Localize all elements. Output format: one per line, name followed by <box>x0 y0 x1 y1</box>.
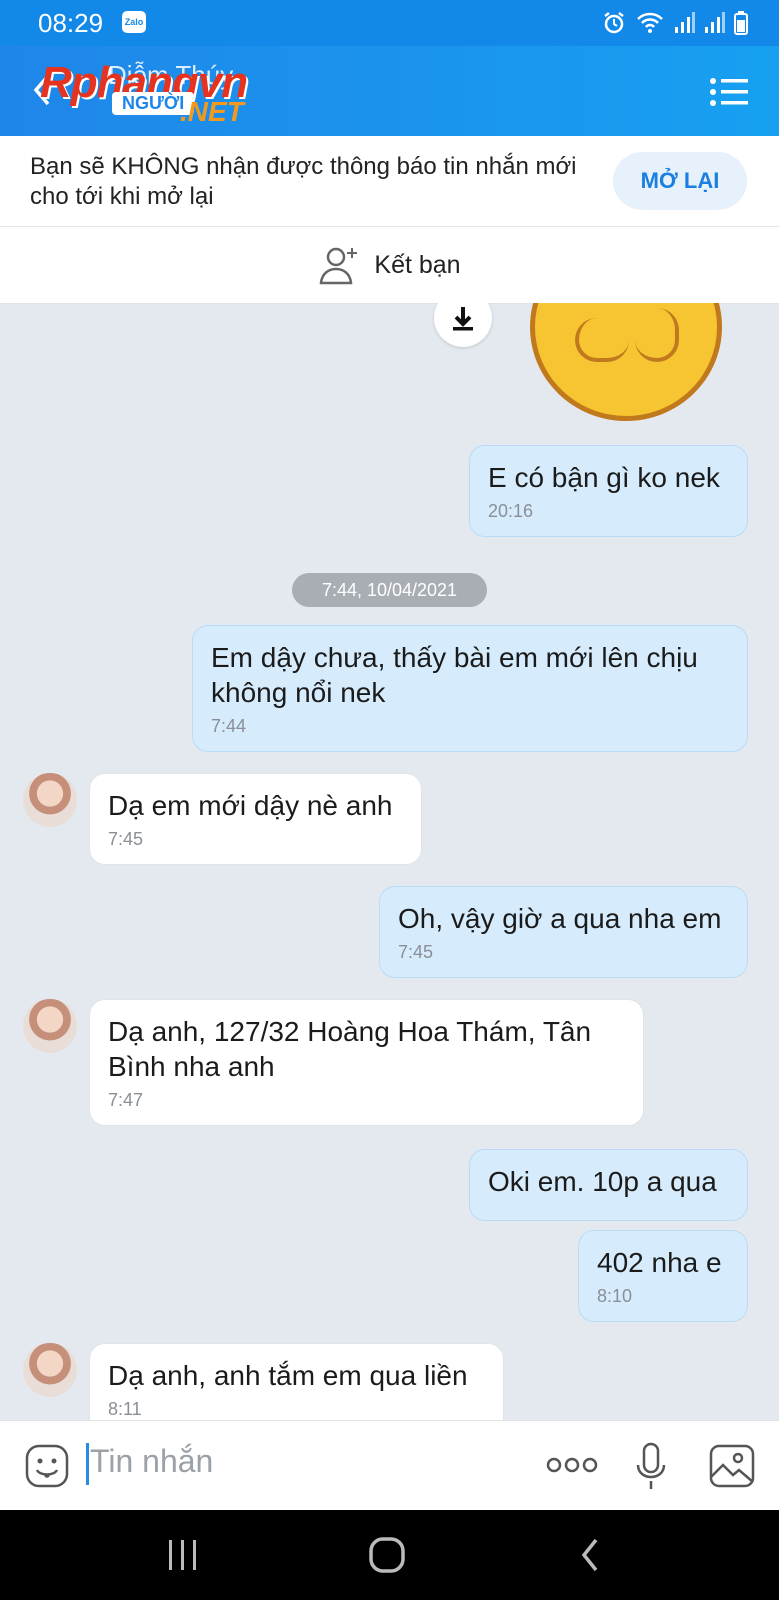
watermark-domain: .NET <box>180 96 244 127</box>
home-icon[interactable] <box>368 1536 406 1574</box>
add-person-icon <box>320 247 358 285</box>
download-button[interactable] <box>434 303 492 347</box>
alarm-icon <box>604 12 624 34</box>
message-time: 7:45 <box>108 829 144 849</box>
contact-avatar[interactable] <box>23 999 77 1053</box>
message-text: 402 nha e <box>597 1247 722 1278</box>
add-friend-label: Kết bạn <box>374 250 461 279</box>
date-separator: 7:44, 10/04/2021 <box>292 573 487 607</box>
message-text: Oki em. 10p a qua <box>488 1166 717 1197</box>
message-time: 7:47 <box>108 1090 144 1110</box>
chat-area[interactable]: E có bận gì ko nek 20:16 7:44, 10/04/202… <box>0 303 779 1420</box>
message-time: 8:10 <box>597 1286 633 1306</box>
sticker-emoji[interactable] <box>530 303 722 421</box>
message-text: Dạ anh, 127/32 Hoàng Hoa Thám, Tân Bình … <box>108 1016 592 1082</box>
message-bubble-received[interactable]: Dạ em mới dậy nè anh 7:45 <box>89 773 422 865</box>
add-friend-bar[interactable]: Kết bạn <box>0 227 779 304</box>
message-time: 7:44 <box>211 716 247 736</box>
message-bubble-sent[interactable]: Em dậy chưa, thấy bài em mới lên chịu kh… <box>192 625 748 752</box>
text-caret <box>86 1443 89 1485</box>
message-text: Oh, vậy giờ a qua nha em <box>398 903 722 934</box>
message-bubble-sent[interactable]: Oh, vậy giờ a qua nha em 7:45 <box>379 886 748 978</box>
chat-header: Diễm Thúy Rphangvn NGƯỜI .NET <box>0 46 779 136</box>
message-time: 20:16 <box>488 501 534 521</box>
nav-back-icon[interactable] <box>578 1536 602 1574</box>
message-input[interactable]: Tin nhắn <box>90 1443 213 1480</box>
message-text: Dạ anh, anh tắm em qua liền <box>108 1360 468 1391</box>
more-icon[interactable] <box>546 1455 598 1475</box>
battery-icon <box>734 11 748 35</box>
muted-notice-text: Bạn sẽ KHÔNG nhận được thông báo tin nhắ… <box>30 153 577 210</box>
message-text: Em dậy chưa, thấy bài em mới lên chịu kh… <box>211 642 698 708</box>
contact-avatar[interactable] <box>23 1343 77 1397</box>
menu-list-icon <box>710 78 748 106</box>
zalo-app-icon: Zalo <box>122 11 146 33</box>
image-icon[interactable] <box>708 1443 756 1489</box>
status-bar: 08:29 Zalo <box>0 0 779 46</box>
message-input-bar: Tin nhắn <box>0 1420 779 1511</box>
message-bubble-sent[interactable]: Oki em. 10p a qua <box>469 1149 748 1221</box>
menu-button[interactable] <box>709 76 749 113</box>
muted-notice: Bạn sẽ KHÔNG nhận được thông báo tin nhắ… <box>0 136 779 227</box>
reopen-button[interactable]: MỞ LẠI <box>613 152 747 210</box>
message-time: 7:45 <box>398 942 434 962</box>
watermark-logo: Rphangvn NGƯỜI .NET <box>40 58 280 128</box>
message-time: 8:11 <box>108 1399 142 1419</box>
sticker-detail <box>575 318 629 362</box>
mic-icon[interactable] <box>634 1441 668 1491</box>
message-bubble-received[interactable]: Dạ anh, 127/32 Hoàng Hoa Thám, Tân Bình … <box>89 999 644 1126</box>
status-time: 08:29 <box>38 8 104 38</box>
android-nav-bar <box>0 1510 779 1600</box>
download-icon <box>453 307 473 331</box>
message-bubble-sent[interactable]: E có bận gì ko nek 20:16 <box>469 445 748 537</box>
message-bubble-received[interactable]: Dạ anh, anh tắm em qua liền 8:11 <box>89 1343 504 1420</box>
signal-1-icon <box>675 12 695 33</box>
emoji-icon[interactable] <box>24 1443 70 1489</box>
message-text: E có bận gì ko nek <box>488 462 720 493</box>
sticker-detail <box>635 308 679 362</box>
recent-apps-icon[interactable] <box>166 1538 200 1572</box>
system-icons <box>601 10 749 36</box>
message-text: Dạ em mới dậy nè anh <box>108 790 393 821</box>
signal-2-icon <box>705 12 725 33</box>
contact-avatar[interactable] <box>23 773 77 827</box>
wifi-icon <box>637 12 663 33</box>
message-bubble-sent[interactable]: 402 nha e 8:10 <box>578 1230 748 1322</box>
